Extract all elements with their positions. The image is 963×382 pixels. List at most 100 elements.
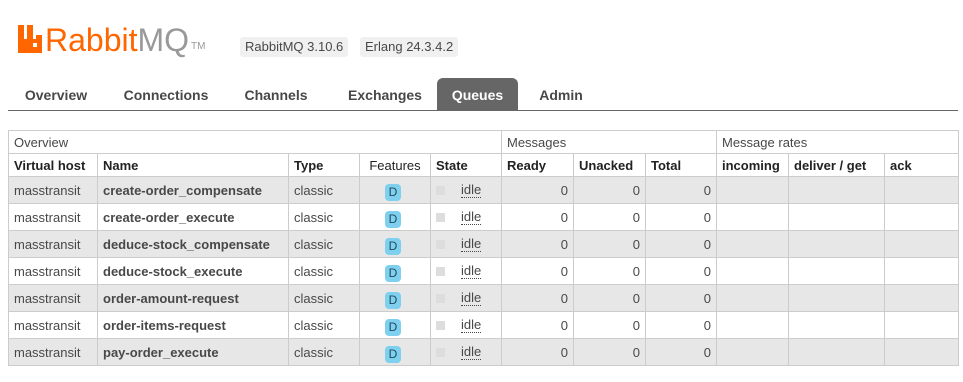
col-header-virtual-host[interactable]: Virtual host (8, 153, 98, 177)
queue-name-link[interactable]: pay-order_execute (97, 338, 289, 366)
incoming-rate-cell (716, 311, 789, 339)
state-text: idle (461, 262, 482, 279)
total-cell: 0 (645, 338, 717, 366)
unacked-cell: 0 (573, 176, 646, 204)
features-cell: D (359, 338, 431, 366)
deliver-get-rate-cell (788, 311, 885, 339)
state-text: idle (461, 343, 482, 360)
queues-table-wrapper: Overview Messages Message rates Virtual … (8, 130, 959, 366)
incoming-rate-cell (716, 338, 789, 366)
queue-name-link[interactable]: order-amount-request (97, 284, 289, 312)
features-cell: D (359, 284, 431, 312)
type-cell: classic (288, 176, 360, 204)
tab-exchanges[interactable]: Exchanges (330, 78, 440, 110)
incoming-rate-cell (716, 257, 789, 285)
col-header-ready[interactable]: Ready (501, 153, 574, 177)
vhost-cell: masstransit (8, 176, 98, 204)
queue-name-link[interactable]: create-order_execute (97, 203, 289, 231)
queue-name-link[interactable]: order-items-request (97, 311, 289, 339)
ready-cell: 0 (501, 176, 574, 204)
features-cell: D (359, 176, 431, 204)
tab-overview[interactable]: Overview (8, 78, 104, 110)
ack-rate-cell (884, 284, 959, 312)
durable-feature-badge: D (385, 183, 401, 201)
table-row: masstransit create-order_execute classic… (8, 203, 959, 231)
queue-name-link[interactable]: deduce-stock_compensate (97, 230, 289, 258)
incoming-rate-cell (716, 230, 789, 258)
durable-feature-badge: D (385, 237, 401, 255)
durable-feature-badge: D (385, 318, 401, 336)
total-cell: 0 (645, 230, 717, 258)
unacked-cell: 0 (573, 284, 646, 312)
durable-feature-badge: D (385, 345, 401, 363)
main-nav-tabs: Overview Connections Channels Exchanges … (8, 77, 958, 111)
state-indicator-icon (436, 347, 445, 357)
vhost-cell: masstransit (8, 230, 98, 258)
unacked-cell: 0 (573, 230, 646, 258)
state-cell: idle (430, 176, 502, 204)
incoming-rate-cell (716, 176, 789, 204)
state-indicator-icon (436, 212, 445, 222)
tab-admin[interactable]: Admin (524, 78, 598, 110)
features-cell: D (359, 203, 431, 231)
state-cell: idle (430, 338, 502, 366)
queue-name-link[interactable]: create-order_compensate (97, 176, 289, 204)
logo-text-rabbit: Rabbit (45, 22, 138, 58)
type-cell: classic (288, 284, 360, 312)
state-cell: idle (430, 311, 502, 339)
col-header-name[interactable]: Name (97, 153, 289, 177)
total-cell: 0 (645, 176, 717, 204)
vhost-cell: masstransit (8, 257, 98, 285)
state-text: idle (461, 208, 482, 225)
col-header-deliver-get[interactable]: deliver / get (788, 153, 885, 177)
table-row: masstransit create-order_compensate clas… (8, 176, 959, 204)
col-header-unacked[interactable]: Unacked (573, 153, 646, 177)
type-cell: classic (288, 203, 360, 231)
rabbitmq-version-badge: RabbitMQ 3.10.6 (240, 37, 349, 57)
tab-connections[interactable]: Connections (108, 78, 224, 110)
ready-cell: 0 (501, 230, 574, 258)
ack-rate-cell (884, 203, 959, 231)
group-header-messages: Messages (501, 130, 717, 154)
tab-queues[interactable]: Queues (437, 78, 518, 110)
unacked-cell: 0 (573, 311, 646, 339)
state-indicator-icon (436, 239, 445, 249)
table-row: masstransit order-amount-request classic… (8, 284, 959, 312)
vhost-cell: masstransit (8, 338, 98, 366)
rabbitmq-logo-icon (18, 25, 42, 53)
durable-feature-badge: D (385, 264, 401, 282)
deliver-get-rate-cell (788, 203, 885, 231)
col-header-features: Features (359, 153, 431, 177)
queue-name-link[interactable]: deduce-stock_execute (97, 257, 289, 285)
col-header-type[interactable]: Type (288, 153, 360, 177)
total-cell: 0 (645, 203, 717, 231)
state-text: idle (461, 289, 482, 306)
total-cell: 0 (645, 257, 717, 285)
table-column-header-row: Virtual host Name Type Features State Re… (8, 153, 959, 177)
features-cell: D (359, 311, 431, 339)
deliver-get-rate-cell (788, 338, 885, 366)
table-row: masstransit order-items-request classic … (8, 311, 959, 339)
type-cell: classic (288, 257, 360, 285)
rabbitmq-logo[interactable]: Rabbit MQ TM (18, 22, 206, 56)
col-header-incoming[interactable]: incoming (716, 153, 789, 177)
group-header-message-rates: Message rates (716, 130, 959, 154)
ready-cell: 0 (501, 338, 574, 366)
col-header-state[interactable]: State (430, 153, 502, 177)
col-header-ack[interactable]: ack (884, 153, 959, 177)
col-header-total[interactable]: Total (645, 153, 717, 177)
group-header-overview: Overview (8, 130, 502, 154)
queues-table: Overview Messages Message rates Virtual … (8, 130, 959, 366)
state-indicator-icon (436, 293, 445, 303)
features-cell: D (359, 257, 431, 285)
ack-rate-cell (884, 176, 959, 204)
type-cell: classic (288, 311, 360, 339)
state-cell: idle (430, 230, 502, 258)
table-row: masstransit deduce-stock_execute classic… (8, 257, 959, 285)
erlang-version-badge: Erlang 24.3.4.2 (360, 37, 459, 57)
vhost-cell: masstransit (8, 203, 98, 231)
state-cell: idle (430, 284, 502, 312)
tab-channels[interactable]: Channels (228, 78, 324, 110)
unacked-cell: 0 (573, 257, 646, 285)
vhost-cell: masstransit (8, 311, 98, 339)
